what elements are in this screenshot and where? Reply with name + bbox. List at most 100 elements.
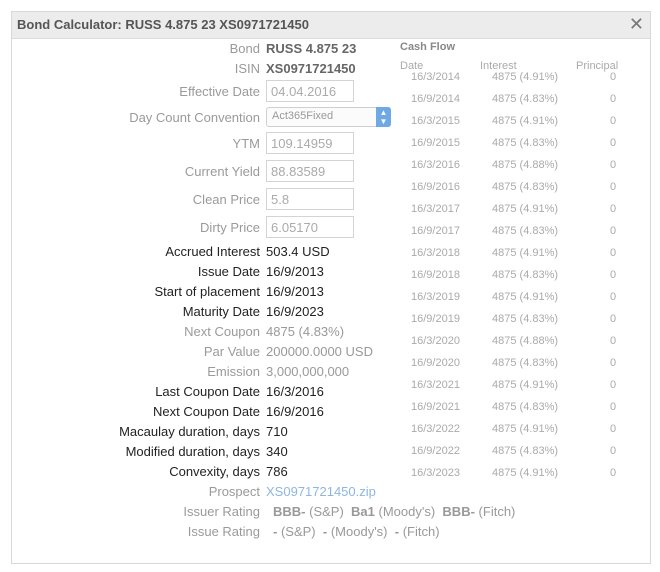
accrued-interest-value: 503.4 USD xyxy=(266,244,330,259)
cash-flow-date: 16/3/2020 xyxy=(411,335,460,347)
cash-flow-principal: 0 xyxy=(610,93,617,105)
issue-rating-label: Issue Rating xyxy=(187,524,260,539)
day-count-label: Day Count Convention xyxy=(129,110,260,125)
cash-flow-interest: 4875 (4.91%) xyxy=(492,203,559,215)
cash-flow-interest: 4875 (4.83%) xyxy=(492,225,559,237)
bond-value: RUSS 4.875 23 xyxy=(266,41,357,56)
cash-flow-date: 16/9/2022 xyxy=(411,445,460,457)
modified-duration-label: Modified duration, days xyxy=(125,444,260,459)
macaulay-duration-value: 710 xyxy=(266,424,288,439)
cash-flow-date: 16/9/2019 xyxy=(411,313,460,325)
cash-flow-principal: 0 xyxy=(610,291,617,303)
cash-flow-interest: 4875 (4.88%) xyxy=(492,335,559,347)
effective-date-input[interactable] xyxy=(266,80,354,102)
day-count-selected-value: Act365Fixed xyxy=(272,110,334,122)
emission-value: 3,000,000,000 xyxy=(266,364,350,379)
day-count-select[interactable]: Act365Fixed ▲ ▼ xyxy=(266,107,391,127)
prospect-label: Prospect xyxy=(208,484,260,499)
ytm-input[interactable] xyxy=(266,132,354,154)
cash-flow-interest: 4875 (4.83%) xyxy=(492,357,559,369)
start-placement-label: Start of placement xyxy=(154,284,261,299)
dirty-price-label: Dirty Price xyxy=(200,220,260,235)
cash-flow-principal: 0 xyxy=(610,181,617,193)
cash-flow-principal: 0 xyxy=(610,115,617,127)
issuer-rating-fitch: BBB- xyxy=(442,504,475,519)
cash-flow-interest: 4875 (4.83%) xyxy=(492,137,559,149)
cash-flow-title: Cash Flow xyxy=(400,41,456,53)
accrued-interest-label: Accrued Interest xyxy=(165,244,260,259)
cash-flow-interest: 4875 (4.83%) xyxy=(492,181,559,193)
emission-label: Emission xyxy=(207,364,260,379)
cash-flow-date: 16/3/2022 xyxy=(411,423,460,435)
issuer-rating-sp-agency: (S&P) xyxy=(309,504,344,519)
cash-flow-date: 16/9/2020 xyxy=(411,357,460,369)
issuer-rating-values: BBB- (S&P) Ba1 (Moody's) BBB- (Fitch) xyxy=(273,504,515,519)
cash-flow-interest: 4875 (4.91%) xyxy=(492,71,559,83)
ytm-label: YTM xyxy=(232,136,260,151)
cash-flow-date: 16/3/2018 xyxy=(411,247,460,259)
current-yield-label: Current Yield xyxy=(184,164,260,179)
cash-flow-principal: 0 xyxy=(610,269,617,281)
next-coupon-date-label: Next Coupon Date xyxy=(153,404,260,419)
modified-duration-value: 340 xyxy=(266,444,288,459)
bond-calculator-dialog: Bond Calculator: RUSS 4.875 23 XS0971721… xyxy=(11,11,651,564)
cash-flow-principal: 0 xyxy=(610,335,617,347)
cash-flow-principal: 0 xyxy=(610,445,617,457)
cash-flow-date: 16/3/2023 xyxy=(411,467,460,479)
cash-flow-interest: 4875 (4.83%) xyxy=(492,445,559,457)
cash-flow-principal: 0 xyxy=(610,313,617,325)
cash-flow-interest: 4875 (4.91%) xyxy=(492,291,559,303)
cash-flow-date: 16/9/2021 xyxy=(411,401,460,413)
issue-rating-sp-agency: (S&P) xyxy=(280,524,316,539)
maturity-date-label: Maturity Date xyxy=(182,304,260,319)
cash-flow-interest: 4875 (4.91%) xyxy=(492,423,559,435)
isin-value: XS0971721450 xyxy=(266,61,356,76)
cash-flow-date: 16/9/2015 xyxy=(411,137,460,149)
chevron-up-down-icon[interactable]: ▲ ▼ xyxy=(376,107,391,127)
par-value-label: Par Value xyxy=(203,344,260,359)
cash-flow-date: 16/9/2018 xyxy=(411,269,460,281)
cash-flow-date: 16/3/2015 xyxy=(411,115,460,127)
cash-flow-date: 16/3/2016 xyxy=(411,159,460,171)
issue-date-label: Issue Date xyxy=(197,264,260,279)
cash-flow-principal: 0 xyxy=(610,137,617,149)
issue-rating-fitch: - xyxy=(394,524,400,539)
cash-flow-principal: 0 xyxy=(610,401,617,413)
cash-flow-interest: 4875 (4.83%) xyxy=(492,93,559,105)
cash-flow-date: 16/3/2019 xyxy=(411,291,460,303)
cash-flow-interest: 4875 (4.83%) xyxy=(492,401,559,413)
clean-price-input[interactable] xyxy=(266,188,354,210)
last-coupon-date-label: Last Coupon Date xyxy=(155,384,260,399)
cash-flow-principal: 0 xyxy=(610,71,617,83)
clean-price-label: Clean Price xyxy=(192,192,260,207)
next-coupon-value: 4875 (4.83%) xyxy=(266,324,345,339)
convexity-value: 786 xyxy=(266,464,288,479)
effective-date-label: Effective Date xyxy=(179,84,260,99)
cash-flow-interest: 4875 (4.91%) xyxy=(492,115,559,127)
cash-flow-date: 16/9/2016 xyxy=(411,181,460,193)
cash-flow-interest: 4875 (4.83%) xyxy=(492,313,559,325)
issue-rating-fitch-agency: (Fitch) xyxy=(402,524,440,539)
issue-date-value: 16/9/2013 xyxy=(266,264,324,279)
dialog-title: Bond Calculator: RUSS 4.875 23 XS0971721… xyxy=(17,17,309,32)
cash-flow-date: 16/9/2014 xyxy=(411,93,460,105)
cash-flow-date: 16/9/2017 xyxy=(411,225,460,237)
dirty-price-input[interactable] xyxy=(266,216,354,238)
issue-rating-values: - (S&P) - (Moody's) - (Fitch) xyxy=(273,524,440,539)
close-icon[interactable]: ✕ xyxy=(629,14,644,34)
prospect-link[interactable]: XS0971721450.zip xyxy=(266,484,376,499)
par-value-value: 200000.0000 USD xyxy=(266,344,373,359)
issuer-rating-moodys: Ba1 xyxy=(351,504,375,519)
issue-rating-sp: - xyxy=(273,524,278,539)
current-yield-input[interactable] xyxy=(266,160,354,182)
maturity-date-value: 16/9/2023 xyxy=(266,304,324,319)
isin-label: ISIN xyxy=(234,61,260,76)
cash-flow-principal: 0 xyxy=(610,247,617,259)
cash-flow-interest: 4875 (4.91%) xyxy=(492,379,559,391)
cash-flow-principal: 0 xyxy=(610,225,617,237)
cash-flow-principal: 0 xyxy=(610,423,617,435)
cash-flow-date: 16/3/2017 xyxy=(411,203,460,215)
issuer-rating-sp: BBB- xyxy=(273,504,306,519)
cash-flow-principal: 0 xyxy=(610,203,617,215)
cash-flow-date: 16/3/2021 xyxy=(411,379,460,391)
